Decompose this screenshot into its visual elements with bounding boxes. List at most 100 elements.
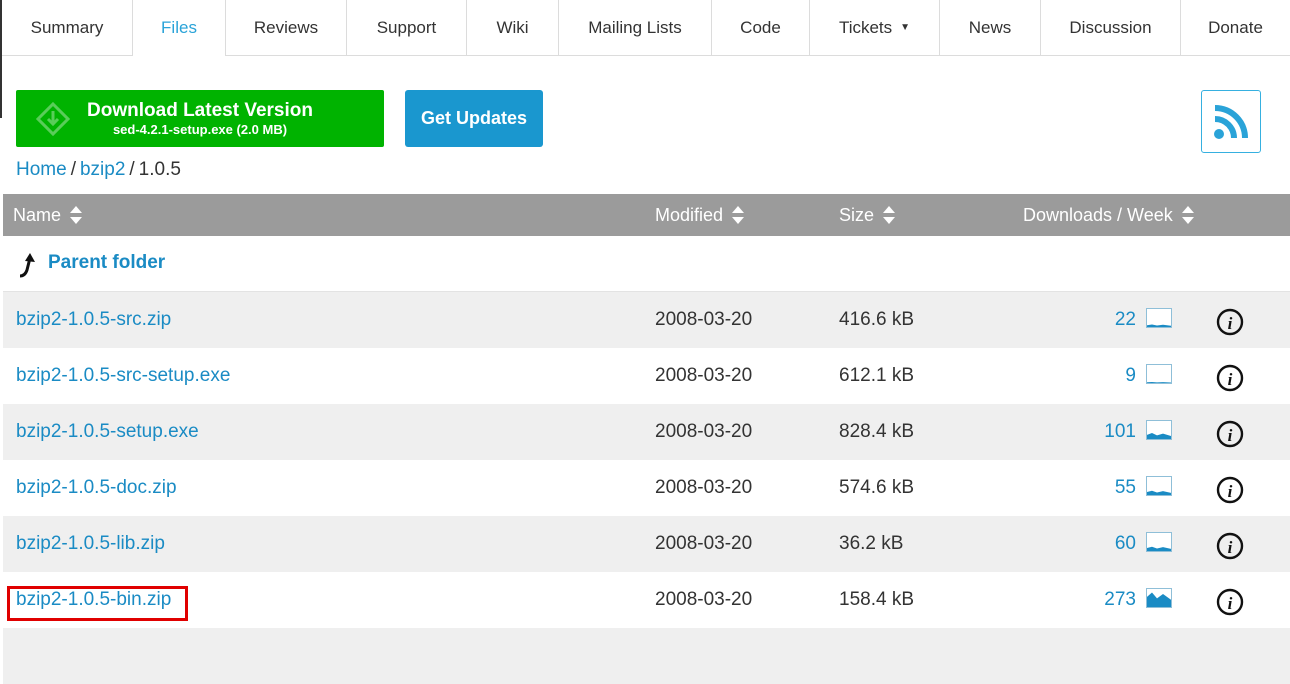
svg-text:i: i <box>1228 482 1233 501</box>
download-count[interactable]: 273 <box>1104 572 1136 628</box>
tab-label: Wiki <box>496 17 529 37</box>
table-row: bzip2-1.0.5-src-setup.exe 2008-03-20 612… <box>3 348 1290 404</box>
table-row: bzip2-1.0.5-src.zip 2008-03-20 416.6 kB … <box>3 292 1290 348</box>
sparkline-icon <box>1146 588 1172 608</box>
file-modified: 2008-03-20 <box>655 421 753 442</box>
file-modified: 2008-03-20 <box>655 533 753 554</box>
column-header-label: Size <box>839 204 875 225</box>
tab-label: Discussion <box>1069 17 1152 37</box>
tab-discussion[interactable]: Discussion <box>1041 0 1181 55</box>
rss-icon <box>1214 104 1248 139</box>
tab-label: Tickets <box>838 17 893 37</box>
column-header-label: Modified <box>655 204 724 225</box>
table-row: bzip2-1.0.5-doc.zip 2008-03-20 574.6 kB … <box>3 460 1290 516</box>
column-header-label: Downloads / Week <box>1023 204 1173 225</box>
tab-news[interactable]: News <box>940 0 1041 55</box>
download-latest-button[interactable]: Download Latest Version sed-4.2.1-setup.… <box>16 90 384 147</box>
file-size: 158.4 kB <box>839 589 914 610</box>
svg-text:i: i <box>1228 538 1233 557</box>
file-size: 574.6 kB <box>839 477 914 498</box>
column-header-downloads[interactable]: Downloads / Week <box>1023 194 1195 236</box>
svg-text:i: i <box>1228 314 1233 333</box>
tab-label: News <box>968 17 1012 37</box>
tab-reviews[interactable]: Reviews <box>226 0 347 55</box>
file-size: 416.6 kB <box>839 309 914 330</box>
file-link[interactable]: bzip2-1.0.5-src-setup.exe <box>16 365 230 387</box>
sort-icon <box>732 206 745 224</box>
file-modified: 2008-03-20 <box>655 365 753 386</box>
file-link[interactable]: bzip2-1.0.5-doc.zip <box>16 477 177 499</box>
breadcrumb-current: 1.0.5 <box>138 159 181 180</box>
download-count[interactable]: 101 <box>1104 404 1136 460</box>
info-icon[interactable]: i <box>1216 572 1244 628</box>
column-header-modified[interactable]: Modified <box>655 194 745 236</box>
download-count[interactable]: 9 <box>1125 348 1136 404</box>
get-updates-button[interactable]: Get Updates <box>405 90 543 147</box>
parent-folder-row[interactable]: Parent folder <box>3 236 1290 292</box>
svg-text:i: i <box>1228 594 1233 613</box>
tab-label: Donate <box>1208 17 1263 37</box>
tab-support[interactable]: Support <box>347 0 467 55</box>
file-size: 612.1 kB <box>839 365 914 386</box>
breadcrumb-project[interactable]: bzip2 <box>80 159 125 180</box>
sparkline-icon <box>1146 476 1172 496</box>
table-row <box>3 628 1290 684</box>
table-row: bzip2-1.0.5-bin.zip 2008-03-20 158.4 kB … <box>3 572 1290 628</box>
tab-donate[interactable]: Donate <box>1181 0 1290 55</box>
info-icon[interactable]: i <box>1216 348 1244 404</box>
breadcrumb: Home / bzip2/1.0.5 <box>16 159 181 181</box>
file-size: 36.2 kB <box>839 533 904 554</box>
sparkline-icon <box>1146 532 1172 552</box>
sort-icon <box>883 206 896 224</box>
breadcrumb-home[interactable]: Home <box>16 159 67 180</box>
file-link[interactable]: bzip2-1.0.5-setup.exe <box>16 421 199 443</box>
tab-label: Summary <box>30 17 104 37</box>
tab-label: Support <box>376 17 437 37</box>
tab-label: Code <box>740 17 781 37</box>
sort-icon <box>70 206 83 224</box>
project-nav-tabs: Summary Files Reviews Support Wiki Maili… <box>0 0 1290 118</box>
caret-down-icon: ▼ <box>900 22 911 33</box>
info-icon[interactable]: i <box>1216 292 1244 348</box>
get-updates-label: Get Updates <box>420 108 528 128</box>
info-icon[interactable]: i <box>1216 460 1244 516</box>
parent-folder-link[interactable]: Parent folder <box>48 252 165 274</box>
sparkline-icon <box>1146 308 1172 328</box>
file-link[interactable]: bzip2-1.0.5-lib.zip <box>16 533 165 555</box>
download-count[interactable]: 60 <box>1115 516 1136 572</box>
tab-mailing-lists[interactable]: Mailing Lists <box>559 0 712 55</box>
file-modified: 2008-03-20 <box>655 589 753 610</box>
tab-tickets[interactable]: Tickets ▼ <box>810 0 940 55</box>
download-count[interactable]: 22 <box>1115 292 1136 348</box>
tab-code[interactable]: Code <box>712 0 810 55</box>
tab-label: Reviews <box>253 17 319 37</box>
breadcrumb-separator: / <box>70 159 76 180</box>
sort-icon <box>1181 206 1194 224</box>
tab-label: Mailing Lists <box>588 17 682 37</box>
download-count[interactable]: 55 <box>1115 460 1136 516</box>
svg-text:i: i <box>1228 370 1233 389</box>
file-modified: 2008-03-20 <box>655 477 753 498</box>
info-icon[interactable]: i <box>1216 404 1244 460</box>
download-title: Download Latest Version <box>87 99 313 121</box>
column-header-label: Name <box>13 204 62 225</box>
sparkline-icon <box>1146 364 1172 384</box>
breadcrumb-separator: / <box>129 159 135 180</box>
rss-feed-button[interactable] <box>1201 90 1261 153</box>
column-header-name[interactable]: Name <box>13 194 83 236</box>
download-icon <box>36 102 70 136</box>
column-header-size[interactable]: Size <box>839 194 896 236</box>
file-link[interactable]: bzip2-1.0.5-src.zip <box>16 309 171 331</box>
tab-label: Files <box>161 18 197 37</box>
tab-files[interactable]: Files <box>132 0 226 56</box>
info-icon[interactable]: i <box>1216 516 1244 572</box>
arrow-up-icon <box>19 253 35 278</box>
files-table-header: Name Modified Size Downloads / Week <box>3 194 1290 236</box>
tab-wiki[interactable]: Wiki <box>467 0 559 55</box>
table-row: bzip2-1.0.5-lib.zip 2008-03-20 36.2 kB 6… <box>3 516 1290 572</box>
tab-summary[interactable]: Summary <box>2 0 133 55</box>
download-filename: sed-4.2.1-setup.exe (2.0 MB) <box>112 121 288 137</box>
file-modified: 2008-03-20 <box>655 309 753 330</box>
file-link[interactable]: bzip2-1.0.5-bin.zip <box>16 589 171 611</box>
svg-text:i: i <box>1228 426 1233 445</box>
